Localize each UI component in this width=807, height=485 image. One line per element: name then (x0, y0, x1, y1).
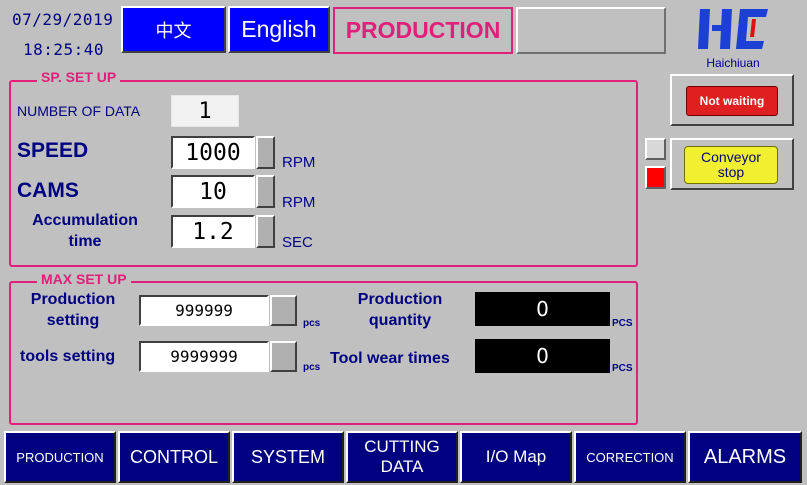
nav-correction-button[interactable]: CORRECTION (574, 431, 686, 483)
speed-label: SPEED (17, 139, 89, 162)
production-setting-input-button[interactable] (270, 295, 297, 326)
tools-setting-input-button[interactable] (270, 341, 297, 372)
number-of-data-value: 1 (171, 95, 239, 127)
production-quantity-display: 0 (475, 292, 610, 326)
not-waiting-label: Not waiting (686, 86, 778, 116)
indicator-lamp-off (645, 138, 666, 160)
speed-input[interactable]: 1000 (171, 136, 255, 169)
cams-unit: RPM (282, 194, 316, 211)
conveyor-stop-label: Conveyor stop (684, 146, 778, 184)
production-setting-label: Production setting (18, 291, 128, 330)
accumulation-time-input[interactable]: 1.2 (171, 215, 255, 248)
chinese-language-button[interactable]: 中文 (121, 6, 226, 53)
tools-setting-label: tools setting (20, 348, 116, 365)
nav-cutting-data-line2: DATA (380, 457, 424, 476)
accumulation-label-line1: Accumulation (32, 212, 138, 229)
production-setting-input[interactable]: 999999 (139, 295, 269, 326)
accumulation-label: Accumulation time (24, 212, 146, 251)
datetime-display: 07/29/2019 18:25:40 (4, 4, 120, 60)
cams-label: CAMS (17, 179, 79, 202)
production-setting-label-line2: setting (46, 312, 100, 329)
production-quantity-label-line1: Production (357, 291, 443, 308)
speed-input-button[interactable] (256, 136, 275, 169)
conveyor-stop-button[interactable]: Conveyor stop (670, 138, 794, 190)
production-setting-unit: pcs (303, 318, 321, 329)
tool-wear-display: 0 (475, 339, 610, 373)
time-text: 18:25:40 (23, 40, 105, 59)
date-text: 07/29/2019 (12, 10, 114, 29)
english-language-button[interactable]: English (228, 6, 330, 53)
conveyor-label-line2: stop (717, 164, 745, 180)
tool-wear-unit: PCS (612, 363, 633, 374)
not-waiting-button[interactable]: Not waiting (670, 74, 794, 126)
accumulation-unit: SEC (282, 234, 313, 251)
speed-unit: RPM (282, 154, 316, 171)
production-quantity-unit: PCS (612, 318, 633, 329)
nav-cutting-data-button[interactable]: CUTTING DATA (346, 431, 458, 483)
number-of-data-label: NUMBER OF DATA (17, 103, 141, 119)
blank-status-box (516, 7, 666, 54)
accumulation-label-line2: time (68, 233, 102, 250)
conveyor-label-line1: Conveyor (701, 149, 761, 165)
accumulation-time-input-button[interactable] (256, 215, 275, 248)
nav-io-map-button[interactable]: I/O Map (460, 431, 572, 483)
brand-name: Haichiuan (706, 56, 760, 70)
production-quantity-label-line2: quantity (368, 312, 432, 329)
nav-system-button[interactable]: SYSTEM (232, 431, 344, 483)
nav-alarms-button[interactable]: ALARMS (688, 431, 802, 483)
tools-setting-input[interactable]: 9999999 (139, 341, 269, 372)
sp-setup-title: SP. SET UP (37, 69, 121, 85)
production-quantity-label: Production quantity (345, 291, 455, 330)
tools-setting-unit: pcs (303, 362, 321, 373)
nav-production-button[interactable]: PRODUCTION (4, 431, 116, 483)
max-setup-title: MAX SET UP (37, 271, 131, 287)
production-setting-label-line1: Production (30, 291, 116, 308)
cams-input[interactable]: 10 (171, 175, 255, 208)
nav-control-button[interactable]: CONTROL (118, 431, 230, 483)
nav-cutting-data-line1: CUTTING (364, 437, 440, 456)
indicator-lamp-red (645, 166, 666, 189)
tool-wear-label: Tool wear times (330, 350, 450, 367)
cams-input-button[interactable] (256, 175, 275, 208)
screen-title: PRODUCTION (333, 7, 513, 54)
